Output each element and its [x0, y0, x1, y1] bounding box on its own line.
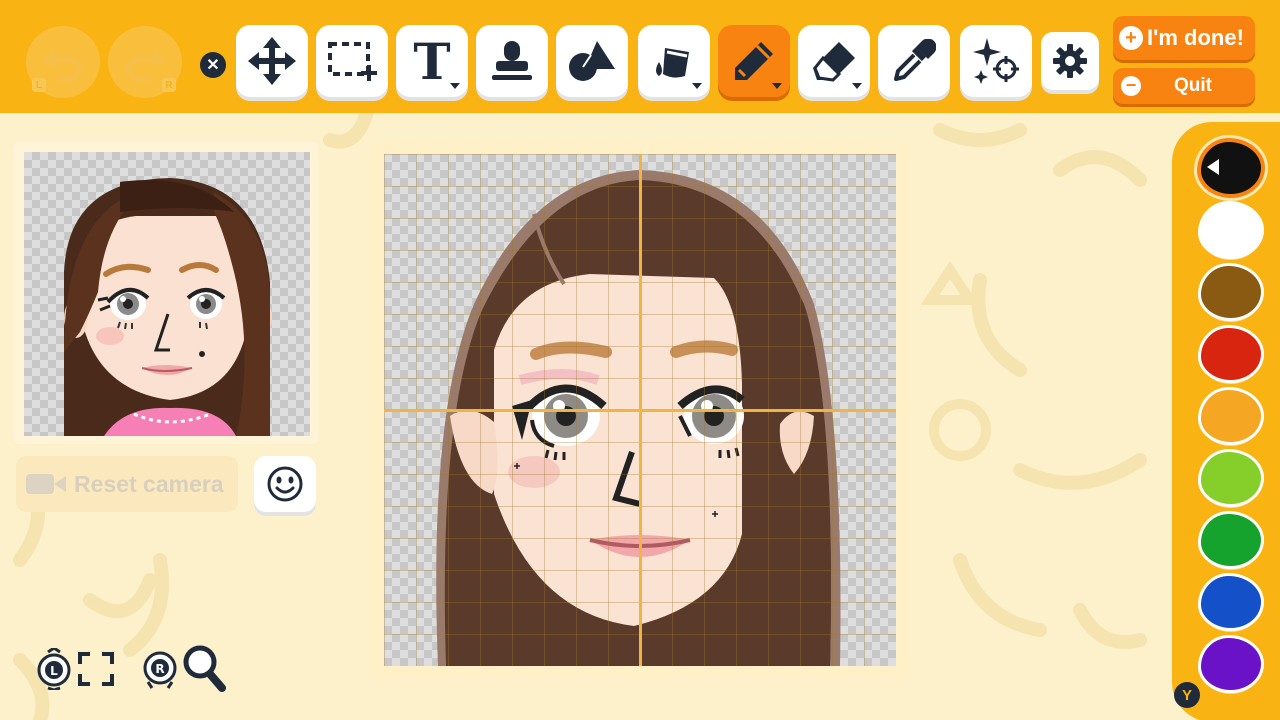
r-stick-letter: R — [155, 662, 164, 676]
character-preview-image — [64, 178, 272, 436]
effects-tool-button[interactable] — [960, 25, 1032, 97]
im-done-label: I'm done! — [1147, 25, 1244, 50]
fullscreen-button[interactable] — [78, 652, 114, 691]
horizontal-center-guide — [384, 409, 896, 412]
color-swatch[interactable] — [1201, 390, 1261, 442]
submenu-caret-icon — [852, 83, 862, 89]
submenu-caret-icon — [692, 83, 702, 89]
top-toolbar: L R ✕ T + I'm done! − Quit — [0, 0, 1280, 113]
undo-button[interactable]: L — [26, 26, 100, 98]
quit-button[interactable]: − Quit — [1113, 68, 1255, 104]
eyedropper-tool-button[interactable] — [878, 25, 950, 97]
eraser-icon — [813, 42, 855, 82]
pen-icon — [735, 42, 773, 80]
marquee-select-icon — [328, 42, 377, 81]
reset-camera-button[interactable]: Reset camera — [16, 456, 238, 512]
magnifier-icon — [183, 645, 226, 692]
x-button-badge[interactable]: ✕ — [200, 52, 226, 78]
select-tool-button[interactable] — [316, 25, 388, 97]
mii-3d-preview[interactable] — [24, 152, 310, 436]
color-swatch[interactable] — [1201, 514, 1261, 566]
zoom-stick-control[interactable]: R — [140, 648, 180, 695]
submenu-caret-icon — [450, 83, 460, 89]
im-done-button[interactable]: + I'm done! — [1113, 16, 1255, 60]
camera-icon — [26, 474, 66, 494]
right-stick-icon: R — [143, 651, 177, 689]
zoom-button[interactable] — [182, 644, 226, 697]
move-tool-button[interactable] — [236, 25, 308, 97]
shapes-tool-button[interactable] — [556, 25, 628, 97]
reset-camera-label: Reset camera — [74, 470, 224, 497]
pen-tool-button[interactable] — [718, 25, 790, 97]
eraser-tool-button[interactable] — [798, 25, 870, 97]
color-swatch[interactable] — [1201, 204, 1261, 256]
color-swatch[interactable] — [1201, 142, 1261, 194]
color-swatch[interactable] — [1201, 576, 1261, 628]
fill-tool-button[interactable] — [638, 25, 710, 97]
paint-bucket-icon — [656, 48, 689, 78]
minus-icon: − — [1121, 76, 1141, 96]
color-swatch[interactable] — [1201, 452, 1261, 504]
plus-icon: + — [1119, 26, 1143, 50]
smiley-face-icon — [267, 466, 303, 502]
rotate-camera-control[interactable]: L — [34, 646, 74, 695]
text-tool-button[interactable]: T — [396, 25, 468, 97]
r-shoulder-badge: R — [162, 78, 176, 92]
selected-indicator-icon — [1207, 159, 1219, 175]
shapes-icon — [569, 41, 615, 81]
undo-icon — [43, 49, 83, 81]
settings-button[interactable] — [1041, 32, 1099, 90]
submenu-caret-icon — [772, 83, 782, 89]
l-shoulder-badge: L — [32, 78, 46, 92]
gear-icon — [1053, 44, 1087, 78]
expression-button[interactable] — [254, 456, 316, 512]
move-arrows-icon — [248, 37, 296, 85]
stamp-tool-button[interactable] — [476, 25, 548, 97]
l-stick-letter: L — [50, 664, 58, 678]
y-button-badge[interactable]: Y — [1174, 682, 1200, 708]
sparkle-icon — [973, 38, 1019, 84]
redo-button[interactable]: R — [108, 26, 182, 98]
eyedropper-icon — [894, 39, 936, 81]
fullscreen-icon — [78, 652, 114, 686]
color-swatch[interactable] — [1201, 328, 1261, 380]
color-swatch[interactable] — [1201, 266, 1261, 318]
text-icon: T — [413, 31, 451, 91]
quit-label: Quit — [1174, 75, 1212, 96]
redo-icon — [125, 49, 165, 81]
color-swatch[interactable] — [1201, 638, 1261, 690]
drawing-canvas[interactable] — [384, 154, 896, 666]
left-stick-icon: L — [37, 646, 71, 692]
stamp-icon — [492, 41, 532, 80]
